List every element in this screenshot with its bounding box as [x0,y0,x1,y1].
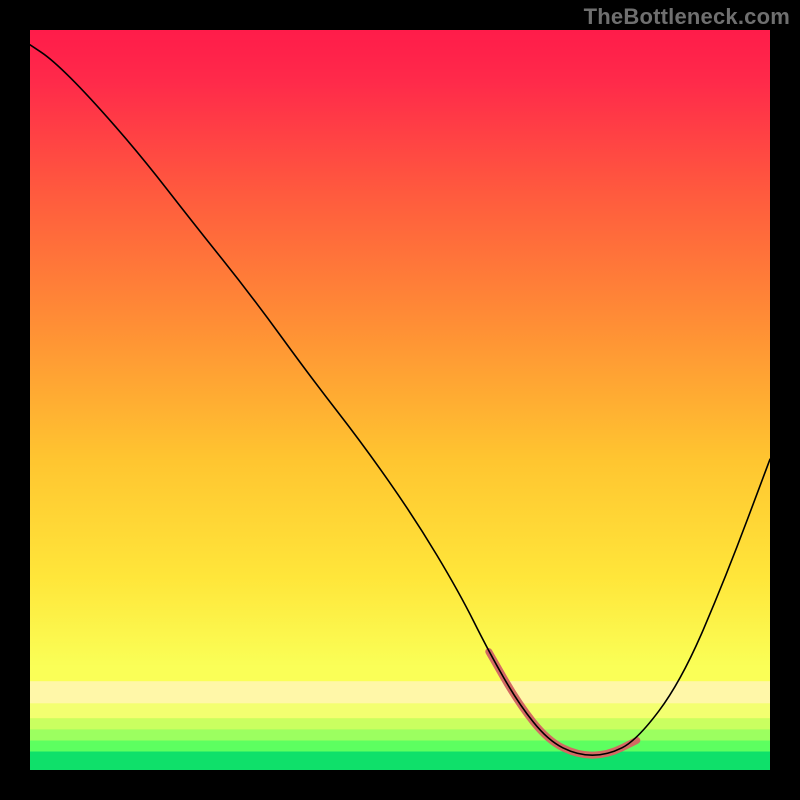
bottom-band-2 [30,718,770,729]
plot-svg [30,30,770,770]
chart-frame: TheBottleneck.com [0,0,800,800]
bottom-band-3 [30,729,770,740]
watermark-text: TheBottleneck.com [584,4,790,30]
bottom-band-0 [30,681,770,703]
bottom-band-5 [30,752,770,771]
bottom-band-4 [30,740,770,751]
plot-area [30,30,770,770]
gradient-background [30,30,770,770]
